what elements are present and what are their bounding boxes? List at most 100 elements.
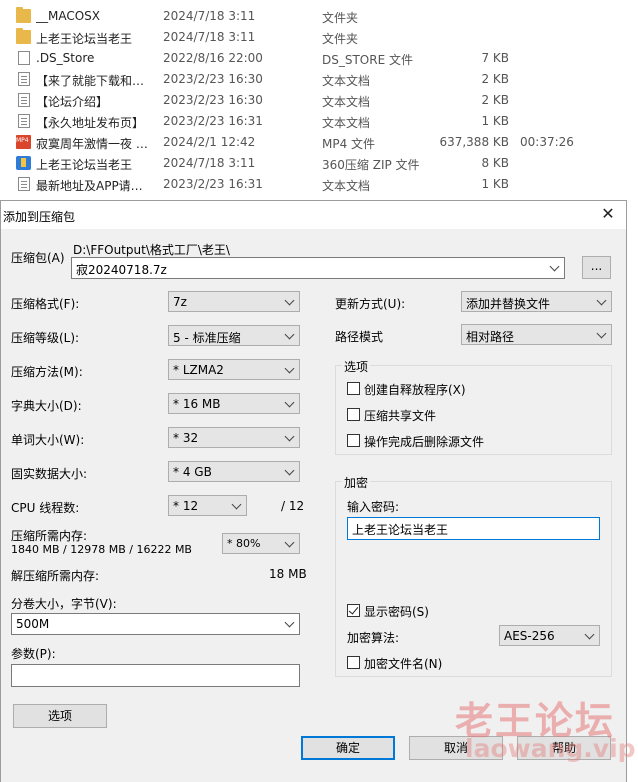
checkbox-box[interactable] [347, 604, 360, 617]
file-row[interactable]: 上老王论坛当老王 2024/7/18 3:11 文件夹 [0, 27, 638, 48]
solid-combo[interactable]: * 4 GB [168, 461, 300, 482]
cpu-label: CPU 线程数: [11, 501, 80, 515]
word-value: * 32 [173, 431, 199, 445]
file-size: 1 KB [481, 114, 509, 128]
checkbox-box[interactable] [347, 434, 360, 447]
file-type: DS_STORE 文件 [322, 53, 413, 67]
file-row[interactable]: 寂寞周年激情一夜 … 2024/2/1 12:42 MP4 文件 637,388 KB… [0, 132, 638, 153]
file-name: .DS_Store [36, 51, 95, 65]
split-value: 500M [16, 617, 50, 631]
dict-label: 字典大小(D): [11, 399, 82, 413]
zip-archive-icon [16, 156, 31, 170]
chevron-down-icon [285, 330, 295, 340]
checkbox-box[interactable] [347, 656, 360, 669]
file-name: 最新地址及APP请… [36, 179, 143, 193]
chevron-down-icon [285, 466, 295, 476]
chevron-down-icon [285, 398, 295, 408]
file-row[interactable]: __MACOSX 2024/7/18 3:11 文件夹 [0, 6, 638, 27]
enc-method-label: 加密算法: [347, 631, 400, 645]
folder-icon [16, 28, 31, 44]
file-date: 2024/7/18 3:11 [163, 9, 256, 23]
file-icon [18, 51, 30, 65]
text-document-icon [18, 114, 30, 128]
params-label: 参数(P): [11, 647, 56, 661]
chevron-down-icon [597, 296, 607, 306]
method-value: * LZMA2 [173, 363, 224, 377]
path-mode-label: 路径模式 [335, 330, 384, 344]
chevron-down-icon [550, 262, 560, 272]
split-combo[interactable]: 500M [11, 613, 300, 635]
text-document-icon [18, 72, 30, 86]
file-row[interactable]: .DS_Store 2022/8/16 22:00 DS_STORE 文件 7 KB [0, 48, 638, 69]
mem-decomp-label: 解压缩所需内存: [11, 569, 100, 583]
mem-comp-value: 1840 MB / 12978 MB / 16222 MB [11, 543, 192, 556]
format-label: 压缩格式(F): [11, 297, 80, 311]
options-button[interactable]: 选项 [13, 704, 107, 728]
chevron-down-icon [285, 538, 295, 548]
word-label: 单词大小(W): [11, 433, 85, 447]
ok-button[interactable]: 确定 [301, 736, 395, 760]
file-date: 2023/2/23 16:31 [163, 114, 263, 128]
file-row[interactable]: 最新地址及APP请… 2023/2/23 16:31 文本文档 1 KB [0, 174, 638, 195]
mem-comp-label: 压缩所需内存: [11, 529, 88, 543]
file-name: 【永久地址发布页】 [36, 116, 145, 130]
chevron-down-icon [585, 630, 595, 640]
solid-value: * 4 GB [173, 465, 212, 479]
cpu-combo[interactable]: * 12 [168, 495, 247, 516]
folder-icon [16, 7, 31, 23]
enc-method-combo[interactable]: AES-256 [499, 625, 600, 646]
file-name: 上老王论坛当老王 [36, 158, 133, 172]
update-label: 更新方式(U): [335, 297, 406, 311]
update-value: 添加并替换文件 [466, 297, 551, 311]
chevron-down-icon [232, 500, 242, 510]
mp4-icon [16, 135, 31, 149]
level-combo[interactable]: 5 - 标准压缩 [168, 325, 300, 346]
shared-files-label: 压缩共享文件 [364, 409, 437, 423]
params-input[interactable] [11, 664, 300, 687]
checkbox-box[interactable] [347, 382, 360, 395]
file-size: 637,388 KB [439, 135, 509, 149]
format-value: 7z [173, 295, 187, 309]
file-date: 2023/2/23 16:30 [163, 93, 263, 107]
archive-name-combo[interactable]: 寂20240718.7z [71, 257, 565, 279]
dict-value: * 16 MB [173, 397, 221, 411]
file-type: 文本文档 [322, 95, 371, 109]
file-date: 2024/7/18 3:11 [163, 156, 256, 170]
file-size: 1 KB [481, 177, 509, 191]
dialog-title: 添加到压缩包 [3, 210, 76, 224]
cpu-max: / 12 [281, 499, 305, 513]
format-combo[interactable]: 7z [168, 291, 300, 312]
path-mode-combo[interactable]: 相对路径 [461, 324, 612, 345]
browse-button[interactable]: ... [582, 256, 611, 279]
show-password-label: 显示密码(S) [364, 605, 429, 619]
cpu-value: * 12 [173, 499, 199, 513]
dict-combo[interactable]: * 16 MB [168, 393, 300, 414]
update-combo[interactable]: 添加并替换文件 [461, 291, 612, 312]
checkbox-box[interactable] [347, 408, 360, 421]
file-size: 7 KB [481, 51, 509, 65]
password-value: 上老王论坛当老王 [352, 523, 449, 537]
word-combo[interactable]: * 32 [168, 427, 300, 448]
method-label: 压缩方法(M): [11, 365, 83, 379]
file-type: 文本文档 [322, 179, 371, 193]
file-date: 2022/8/16 22:00 [163, 51, 263, 65]
file-size: 2 KB [481, 93, 509, 107]
archive-name-value: 寂20240718.7z [76, 263, 167, 277]
file-date: 2024/7/18 3:11 [163, 30, 256, 44]
chevron-down-icon [285, 618, 295, 628]
method-combo[interactable]: * LZMA2 [168, 359, 300, 380]
archive-path: D:\FFOutput\格式工厂\老王\ [73, 243, 230, 257]
file-name: 【来了就能下载和… [36, 74, 145, 88]
file-row[interactable]: 上老王论坛当老王 2024/7/18 3:11 360压缩 ZIP 文件 8 KB [0, 153, 638, 174]
file-name: __MACOSX [36, 9, 101, 23]
chevron-down-icon [285, 432, 295, 442]
file-row[interactable]: 【论坛介绍】 2023/2/23 16:30 文本文档 2 KB [0, 90, 638, 111]
chevron-down-icon [285, 296, 295, 306]
mem-percent-combo[interactable]: * 80% [222, 533, 300, 554]
file-row[interactable]: 【来了就能下载和… 2023/2/23 16:30 文本文档 2 KB [0, 69, 638, 90]
file-name: 【论坛介绍】 [36, 95, 109, 109]
level-label: 压缩等级(L): [11, 331, 80, 345]
password-input[interactable]: 上老王论坛当老王 [347, 517, 600, 540]
file-row[interactable]: 【永久地址发布页】 2023/2/23 16:31 文本文档 1 KB [0, 111, 638, 132]
close-icon[interactable]: ✕ [601, 206, 615, 222]
